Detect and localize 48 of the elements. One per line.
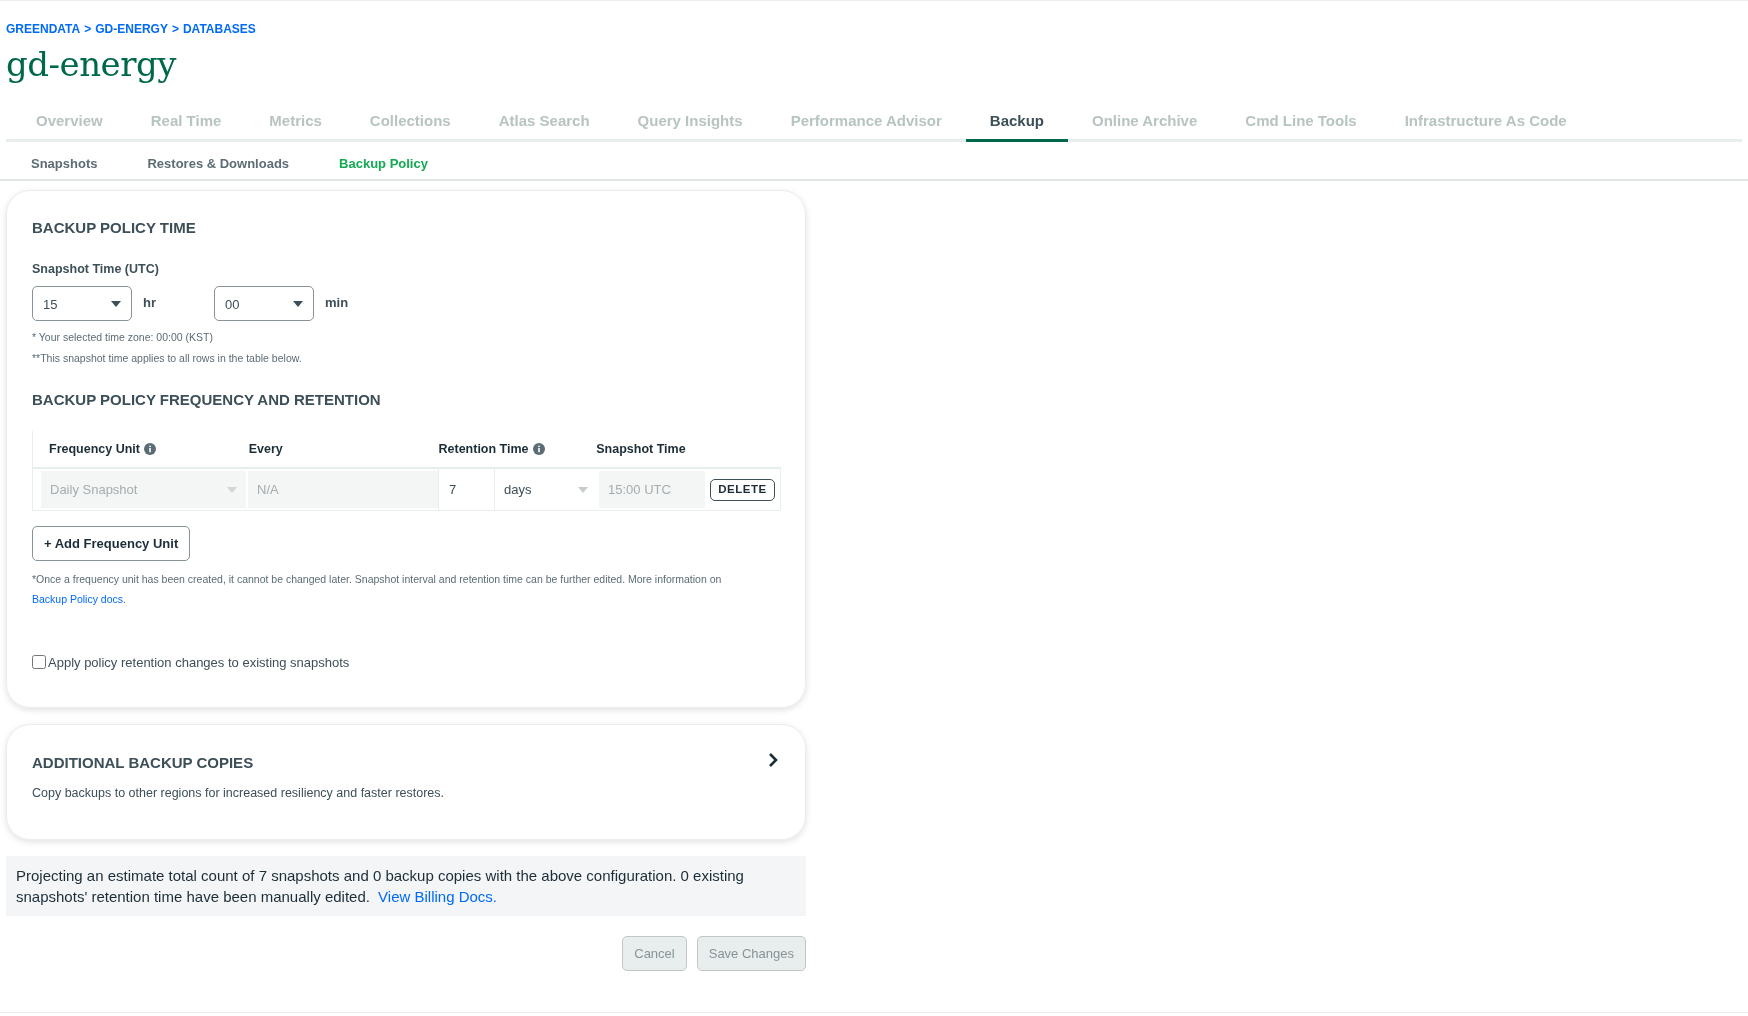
caret-icon	[578, 486, 588, 493]
breadcrumb-link[interactable]: GD-ENERGY	[95, 20, 168, 38]
info-icon	[144, 443, 156, 456]
nav-tab[interactable]: Query Insights	[613, 110, 767, 142]
nav-tab[interactable]: Overview	[12, 110, 127, 142]
info-icon	[532, 443, 545, 456]
nav-tab[interactable]: Real Time	[126, 110, 246, 142]
backup-copies-card[interactable]: ADDITIONAL BACKUP COPIES Copy backups to other regions for increased resiliency and faster restores.	[6, 723, 806, 840]
sub-tab[interactable]: Snapshots	[6, 153, 123, 173]
column-header: Snapshot Time	[596, 440, 686, 458]
breadcrumb-separator: >	[171, 21, 179, 38]
nav-tab[interactable]: Collections	[345, 110, 475, 142]
billing-docs-link[interactable]: View Billing Docs.	[378, 888, 498, 905]
select-field[interactable]: 15	[32, 286, 132, 322]
column-header: Every	[248, 440, 283, 458]
breadcrumb-separator: >	[84, 21, 92, 38]
sub-tab[interactable]: Restores & Downloads	[122, 153, 315, 173]
caret-icon	[227, 486, 237, 493]
checkbox-label: Apply policy retention changes to existing snapshots	[48, 654, 350, 673]
note-text: * Your selected time zone: 00:00 (KST)	[32, 330, 213, 346]
select-field[interactable]: 00	[214, 286, 314, 322]
checkbox[interactable]	[32, 655, 46, 669]
page-title: gd-energy	[6, 43, 176, 86]
section-heading: ADDITIONAL BACKUP COPIES	[32, 752, 254, 773]
unit-label: min	[325, 294, 349, 313]
section-heading: BACKUP POLICY FREQUENCY AND RETENTION	[32, 389, 381, 410]
add-frequency-button[interactable]: + Add Frequency Unit	[32, 526, 191, 562]
nav-tab[interactable]: Backup	[965, 110, 1068, 142]
column-header: Retention Time	[438, 440, 530, 458]
caret-icon	[293, 300, 303, 307]
estimate-message: Projecting an estimate total count of 7 snapshots and 0 backup copies with the above configuration. 0 existing snapshots' retention time have been manually edited. View Billing Docs.	[6, 856, 806, 916]
column-header: Frequency Unit	[49, 440, 141, 458]
unit-label: hr	[143, 294, 156, 313]
nav-tab[interactable]: Metrics	[245, 110, 346, 142]
note-text: *Once a frequency unit has been created, it cannot be changed later. Snapshot interval and retention time can be further edited. More information on Backup Policy docs.	[32, 572, 723, 608]
nav-tab[interactable]: Infrastructure As Code	[1380, 110, 1591, 142]
caret-icon	[111, 300, 121, 307]
description-text: Copy backups to other regions for increased resiliency and faster restores.	[32, 785, 444, 803]
section-heading: BACKUP POLICY TIME	[32, 218, 196, 238]
field-label: Snapshot Time (UTC)	[32, 260, 159, 278]
note-text: **This snapshot time applies to all rows in the table below.	[32, 351, 302, 366]
nav-tab[interactable]: Cmd Line Tools	[1221, 110, 1381, 142]
nav-tab[interactable]: Performance Advisor	[766, 110, 966, 142]
nav-tab[interactable]: Online Archive	[1068, 110, 1222, 142]
breadcrumb-link[interactable]: GREENDATA	[6, 20, 81, 38]
nav-tab[interactable]: Atlas Search	[474, 110, 614, 142]
breadcrumb-link[interactable]: DATABASES	[182, 20, 256, 38]
sub-tab[interactable]: Backup Policy	[314, 153, 453, 173]
